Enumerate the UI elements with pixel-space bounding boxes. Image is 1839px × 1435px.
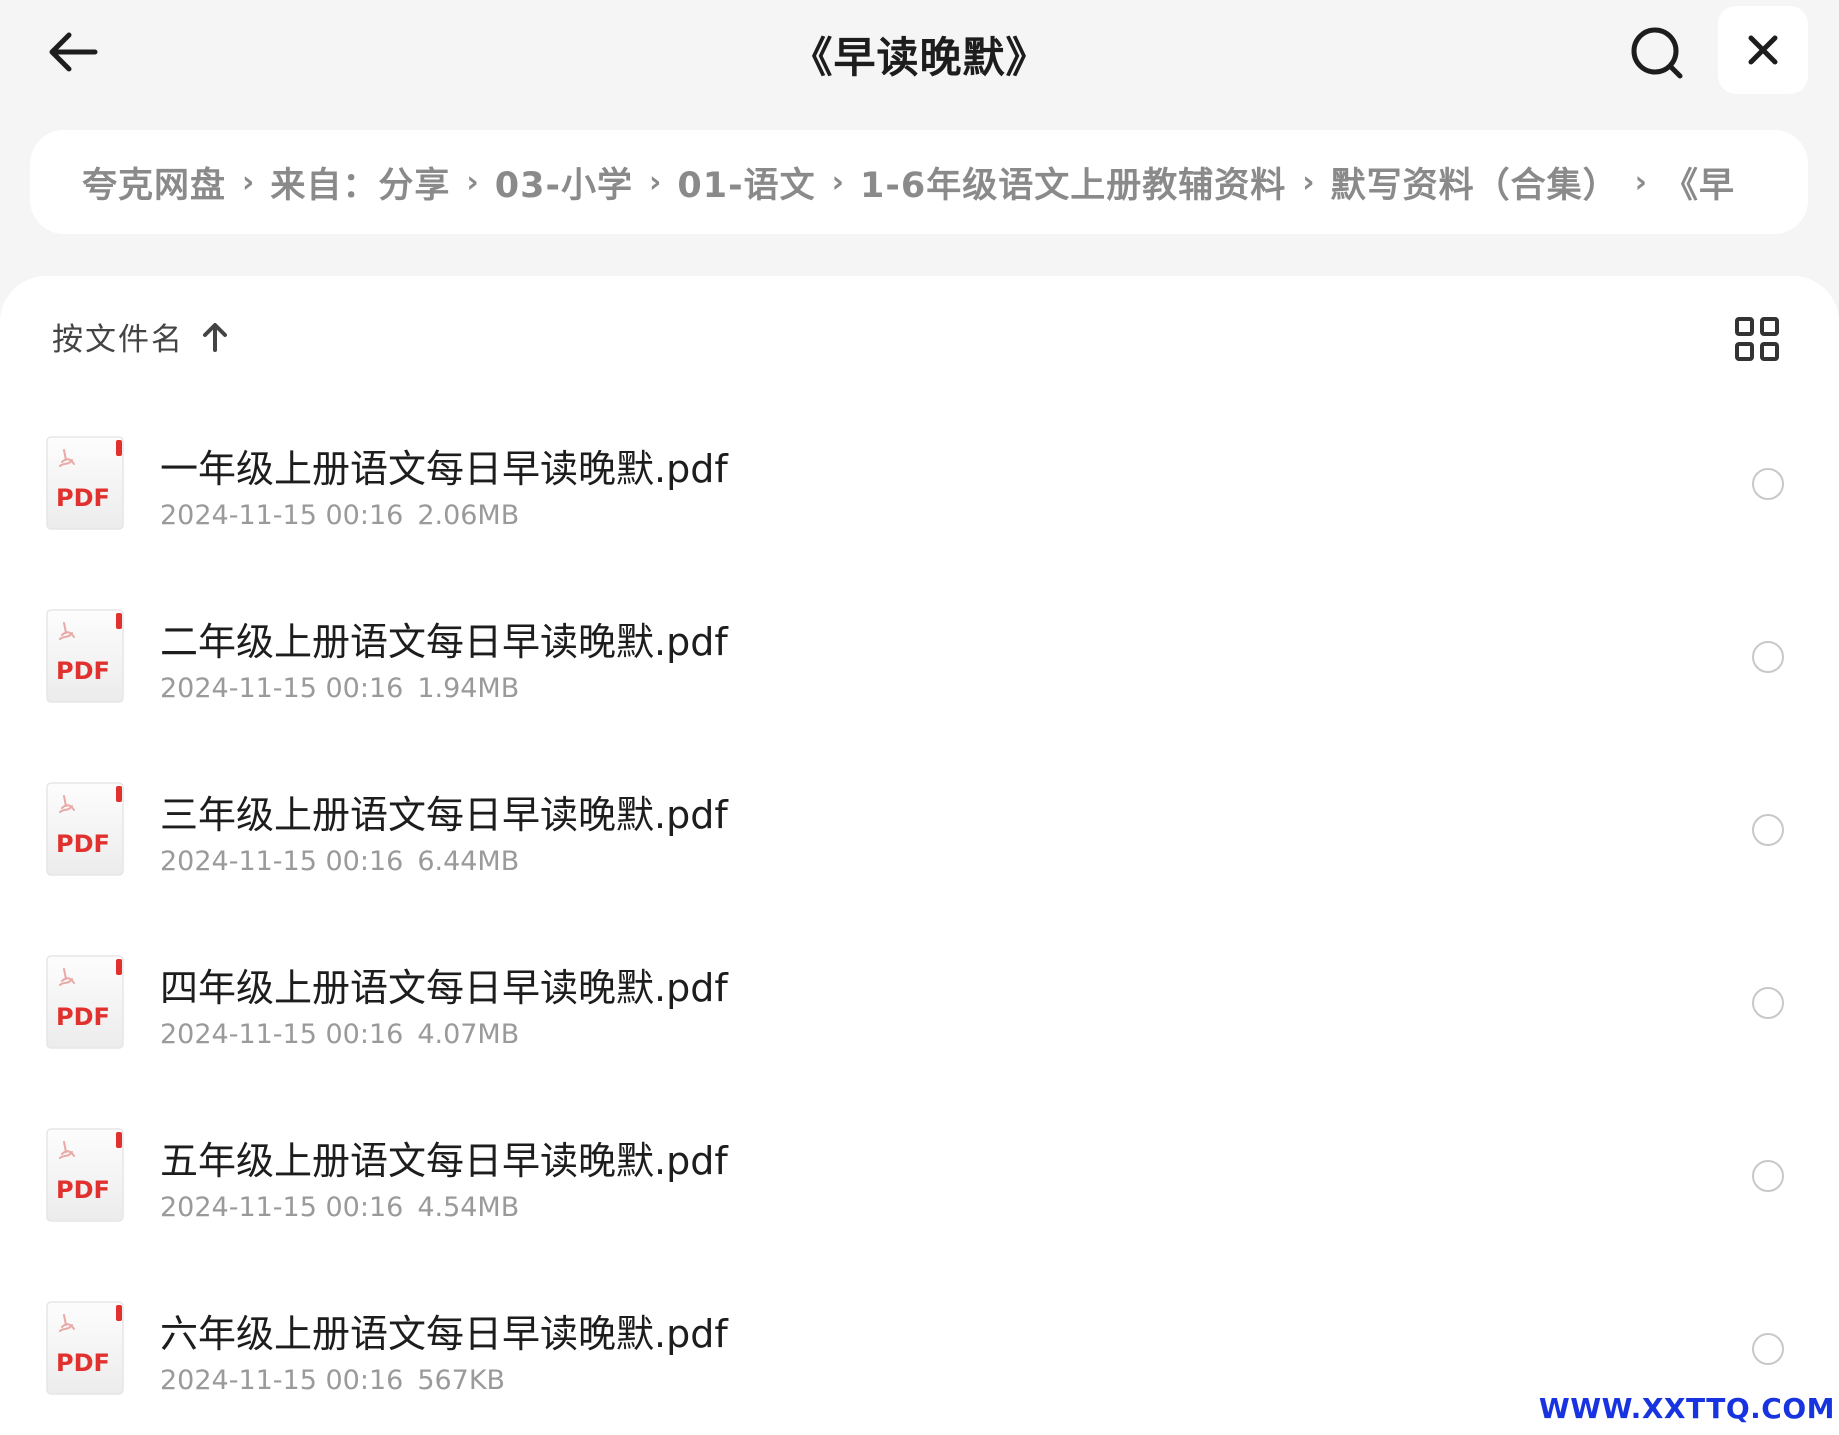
svg-text:PDF: PDF bbox=[56, 830, 110, 858]
file-row[interactable]: PDF 四年级上册语文每日早读晚默.pdf 2024-11-15 00:16 4.… bbox=[0, 935, 1839, 1108]
breadcrumb: 夸克网盘 › 来自：分享 › 03-小学 › 01-语文 › 1-6年级语文上册… bbox=[30, 130, 1808, 234]
breadcrumb-fade bbox=[1738, 130, 1808, 234]
file-row[interactable]: PDF 三年级上册语文每日早读晚默.pdf 2024-11-15 00:16 6.… bbox=[0, 762, 1839, 935]
file-name: 一年级上册语文每日早读晚默.pdf bbox=[160, 447, 728, 491]
breadcrumb-item-root[interactable]: 夸克网盘 bbox=[82, 157, 226, 208]
file-size: 4.54MB bbox=[417, 1192, 520, 1223]
file-date: 2024-11-15 00:16 bbox=[160, 1019, 404, 1050]
select-radio[interactable] bbox=[1752, 814, 1784, 846]
chevron-right-icon: › bbox=[242, 164, 255, 200]
svg-text:PDF: PDF bbox=[56, 1003, 110, 1031]
file-date: 2024-11-15 00:16 bbox=[160, 846, 404, 877]
file-meta: 2024-11-15 00:16 6.44MB bbox=[160, 846, 519, 877]
chevron-right-icon: › bbox=[649, 164, 662, 200]
file-name: 四年级上册语文每日早读晚默.pdf bbox=[160, 966, 728, 1010]
close-icon bbox=[1748, 35, 1778, 65]
select-radio[interactable] bbox=[1752, 1333, 1784, 1365]
file-meta: 2024-11-15 00:16 4.54MB bbox=[160, 1192, 519, 1223]
file-name: 三年级上册语文每日早读晚默.pdf bbox=[160, 793, 728, 837]
file-panel: 按文件名 PDF 一年级上册语文每日早读晚默.pdf 2024-11-15 00… bbox=[0, 276, 1839, 1435]
breadcrumb-item-dictation[interactable]: 默写资料（合集） bbox=[1331, 157, 1619, 208]
file-meta: 2024-11-15 00:16 2.06MB bbox=[160, 500, 519, 531]
select-radio[interactable] bbox=[1752, 1160, 1784, 1192]
file-meta: 2024-11-15 00:16 567KB bbox=[160, 1365, 505, 1396]
chevron-right-icon: › bbox=[466, 164, 479, 200]
page-title: 《早读晚默》 bbox=[790, 33, 1049, 82]
file-name: 六年级上册语文每日早读晚默.pdf bbox=[160, 1312, 728, 1356]
file-date: 2024-11-15 00:16 bbox=[160, 1365, 404, 1396]
svg-text:PDF: PDF bbox=[56, 1176, 110, 1204]
close-button[interactable] bbox=[1718, 6, 1808, 94]
sort-control[interactable]: 按文件名 bbox=[52, 314, 228, 359]
top-bar: 《早读晚默》 bbox=[0, 0, 1839, 110]
select-radio[interactable] bbox=[1752, 641, 1784, 673]
pdf-file-icon: PDF bbox=[46, 1128, 124, 1222]
file-size: 4.07MB bbox=[417, 1019, 520, 1050]
file-date: 2024-11-15 00:16 bbox=[160, 1192, 404, 1223]
file-list: PDF 一年级上册语文每日早读晚默.pdf 2024-11-15 00:16 2.… bbox=[0, 416, 1839, 1435]
grid-view-button[interactable] bbox=[1734, 316, 1780, 362]
svg-text:PDF: PDF bbox=[56, 657, 110, 685]
chevron-right-icon: › bbox=[831, 164, 844, 200]
breadcrumb-item-share[interactable]: 来自：分享 bbox=[270, 157, 450, 208]
file-meta: 2024-11-15 00:16 1.94MB bbox=[160, 673, 519, 704]
search-icon bbox=[1631, 27, 1683, 79]
select-radio[interactable] bbox=[1752, 987, 1784, 1019]
chevron-right-icon: › bbox=[1302, 164, 1315, 200]
pdf-file-icon: PDF bbox=[46, 782, 124, 876]
file-size: 6.44MB bbox=[417, 846, 520, 877]
file-row[interactable]: PDF 五年级上册语文每日早读晚默.pdf 2024-11-15 00:16 4.… bbox=[0, 1108, 1839, 1281]
file-name: 二年级上册语文每日早读晚默.pdf bbox=[160, 620, 728, 664]
file-size: 567KB bbox=[417, 1365, 506, 1396]
breadcrumb-item-primary[interactable]: 03-小学 bbox=[495, 157, 633, 208]
pdf-file-icon: PDF bbox=[46, 609, 124, 703]
file-size: 1.94MB bbox=[417, 673, 520, 704]
sort-label: 按文件名 bbox=[52, 322, 184, 358]
pdf-file-icon: PDF bbox=[46, 436, 124, 530]
pdf-file-icon: PDF bbox=[46, 1301, 124, 1395]
file-date: 2024-11-15 00:16 bbox=[160, 500, 404, 531]
breadcrumb-item-current[interactable]: 《早 bbox=[1663, 157, 1735, 208]
file-meta: 2024-11-15 00:16 4.07MB bbox=[160, 1019, 519, 1050]
svg-text:PDF: PDF bbox=[56, 484, 110, 512]
chevron-right-icon: › bbox=[1634, 164, 1647, 200]
file-date: 2024-11-15 00:16 bbox=[160, 673, 404, 704]
search-button[interactable] bbox=[1622, 18, 1692, 88]
watermark: WWW.XXTTQ.COM bbox=[1538, 1392, 1835, 1425]
file-row[interactable]: PDF 二年级上册语文每日早读晚默.pdf 2024-11-15 00:16 1.… bbox=[0, 589, 1839, 762]
grid-view-icon bbox=[1735, 317, 1779, 361]
pdf-file-icon: PDF bbox=[46, 955, 124, 1049]
app-screen: 《早读晚默》 夸克网盘 › 来自：分享 › 03-小学 › 01-语文 › 1-… bbox=[0, 0, 1839, 1435]
breadcrumb-item-chinese[interactable]: 01-语文 bbox=[677, 157, 815, 208]
svg-text:PDF: PDF bbox=[56, 1349, 110, 1377]
file-row[interactable]: PDF 一年级上册语文每日早读晚默.pdf 2024-11-15 00:16 2.… bbox=[0, 416, 1839, 589]
arrow-up-icon bbox=[203, 322, 227, 352]
file-name: 五年级上册语文每日早读晚默.pdf bbox=[160, 1139, 728, 1183]
breadcrumb-item-materials[interactable]: 1-6年级语文上册教辅资料 bbox=[860, 157, 1286, 208]
file-size: 2.06MB bbox=[417, 500, 520, 531]
select-radio[interactable] bbox=[1752, 468, 1784, 500]
